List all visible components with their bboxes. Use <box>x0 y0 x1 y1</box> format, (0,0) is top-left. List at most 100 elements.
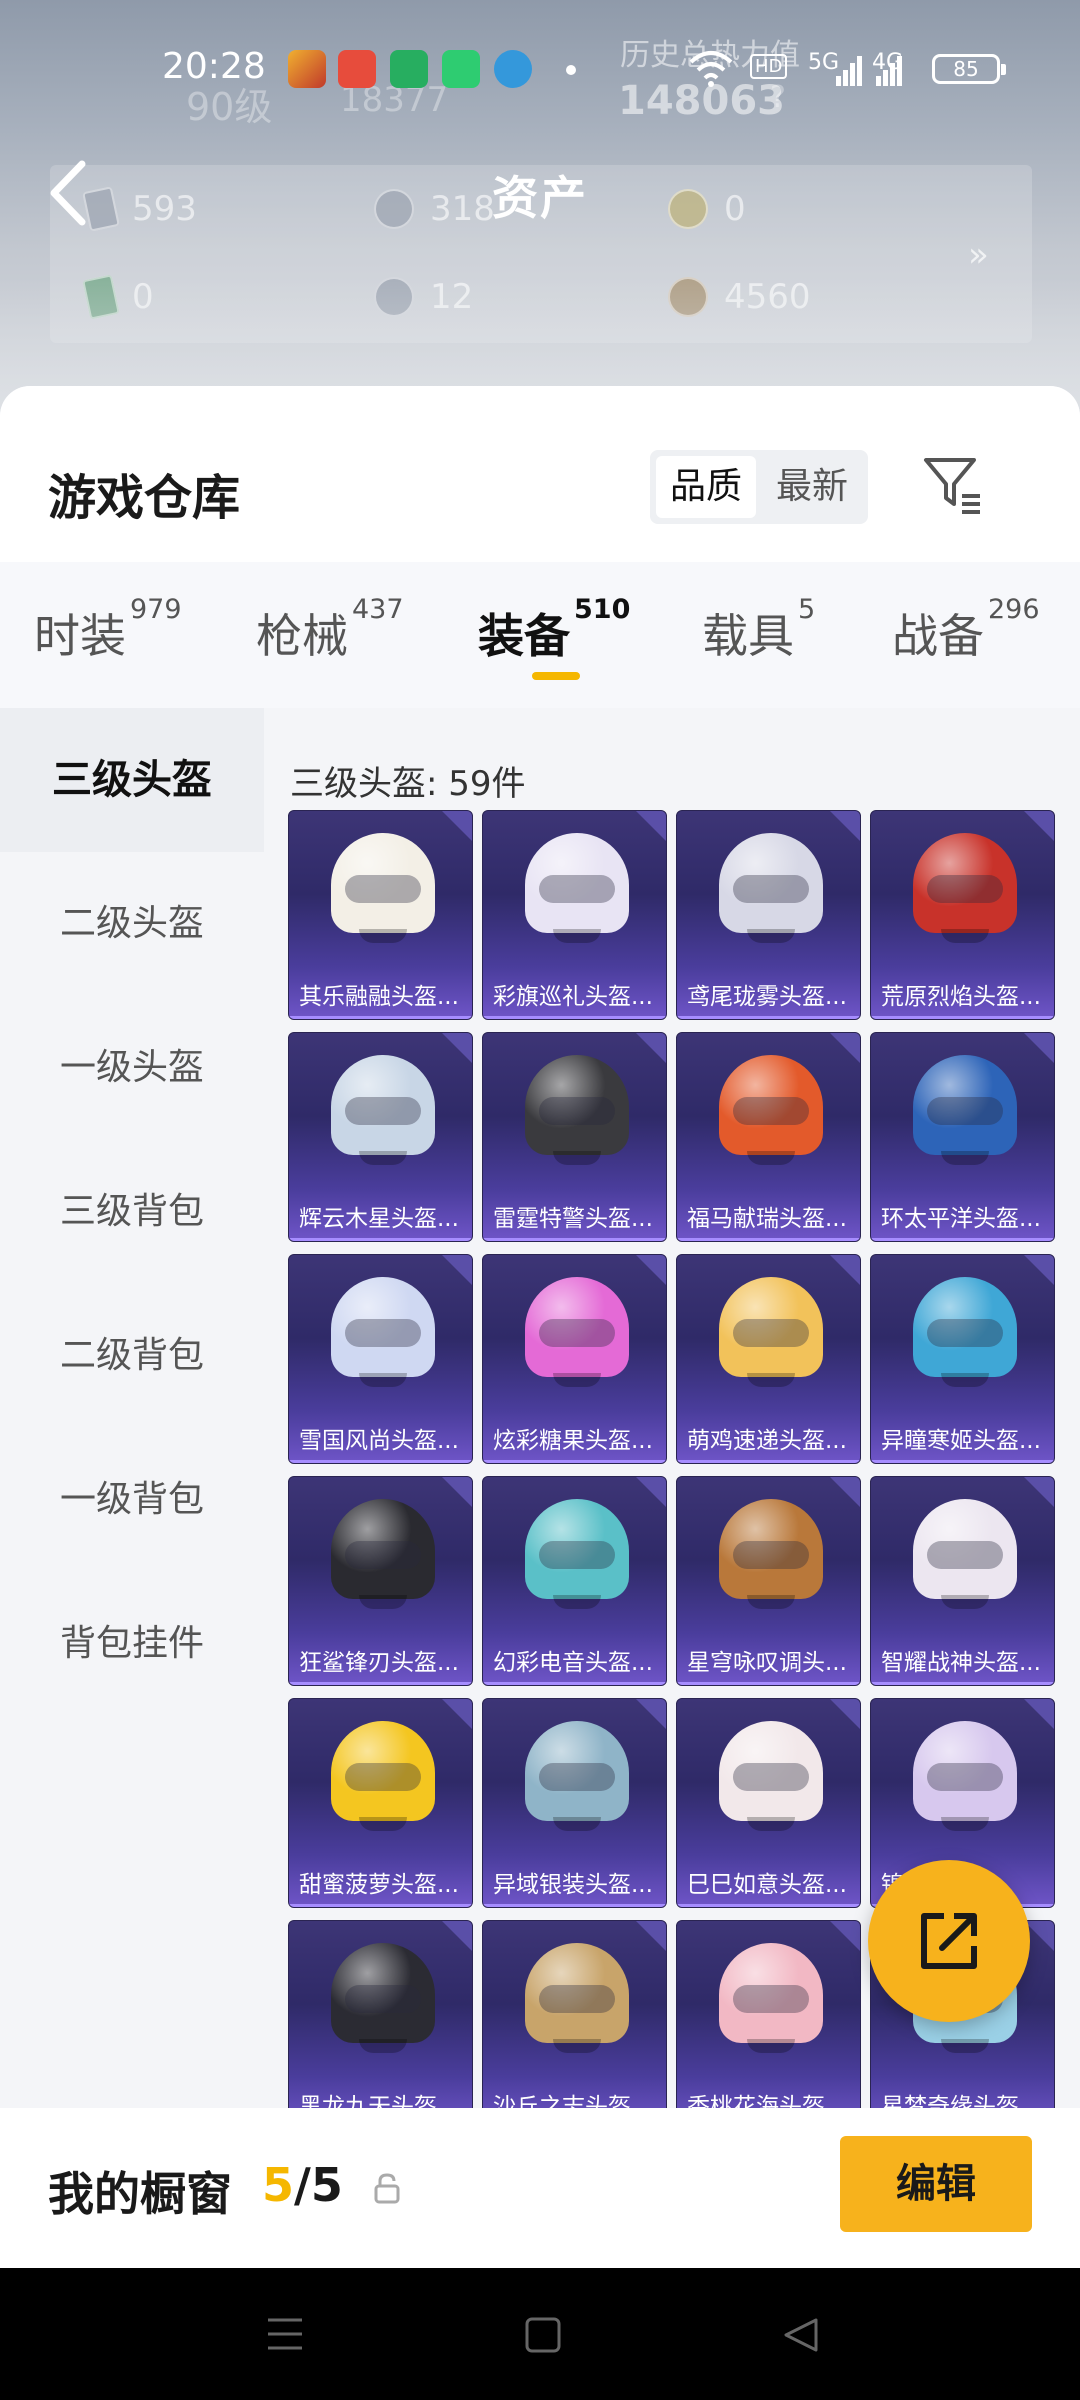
item-card[interactable]: 巳巳如意头盔... <box>676 1698 861 1908</box>
helmet-visor <box>539 1763 615 1791</box>
showcase-label: 我的橱窗 <box>48 2167 232 2221</box>
item-card[interactable]: 黑龙九天头盔... <box>288 1920 473 2130</box>
system-navigation-bar <box>0 2268 1080 2400</box>
item-name: 萌鸡速递头盔... <box>687 1428 847 1454</box>
tab-fashion[interactable]: 时装 979 <box>34 594 182 666</box>
helmet-visor <box>733 1763 809 1791</box>
menu-icon[interactable] <box>266 2316 304 2352</box>
sort-option-quality[interactable]: 品质 <box>656 456 756 518</box>
helmet-image <box>719 833 823 943</box>
helmet-visor <box>927 875 1003 903</box>
battery-indicator: 85 <box>932 54 1006 84</box>
hd-badge: HD <box>750 54 788 79</box>
showcase-separator: / <box>294 2158 311 2212</box>
share-fab-button[interactable] <box>868 1860 1030 2022</box>
helmet-strap <box>553 1373 601 1387</box>
helmet-image <box>331 1499 435 1609</box>
helmet-visor <box>927 1097 1003 1125</box>
item-card[interactable]: 炫彩糖果头盔... <box>482 1254 667 1464</box>
item-card[interactable]: 星穹咏叹调头... <box>676 1476 861 1686</box>
category-tabs: 时装 979 枪械 437 装备 510 载具 5 战备 296 <box>0 562 1080 708</box>
helmet-strap <box>747 2039 795 2053</box>
subcategory-sidebar: 三级头盔 二级头盔 一级头盔 三级背包 二级背包 一级背包 背包挂件 <box>0 708 264 2268</box>
back-icon[interactable] <box>782 2316 820 2354</box>
tab-count: 5 <box>798 594 816 625</box>
network-5g-label: 5G <box>808 50 840 75</box>
helmet-image <box>913 1277 1017 1387</box>
home-icon[interactable] <box>524 2316 562 2354</box>
asset-value: 4560 <box>724 277 811 317</box>
helmet-strap <box>553 929 601 943</box>
item-card[interactable]: 福马献瑞头盔... <box>676 1032 861 1242</box>
helmet-image <box>719 1721 823 1831</box>
item-card[interactable]: 环太平洋头盔... <box>870 1032 1055 1242</box>
status-time: 20:28 <box>162 46 266 87</box>
tab-label: 时装 <box>34 609 126 663</box>
item-list-panel: 三级头盔: 59件 其乐融融头盔... 彩旗巡礼头盔... 鸢尾珑雾头盔... 荒原烈… <box>264 708 1080 2268</box>
sidebar-item-backpack-3[interactable]: 三级背包 <box>0 1140 264 1284</box>
sidebar-item-backpack-2[interactable]: 二级背包 <box>0 1284 264 1428</box>
helmet-visor <box>345 1097 421 1125</box>
item-card[interactable]: 雪国风尚头盔... <box>288 1254 473 1464</box>
helmet-image <box>719 1499 823 1609</box>
item-card[interactable]: 彩旗巡礼头盔... <box>482 810 667 1020</box>
helmet-strap <box>941 2039 989 2053</box>
tab-guns[interactable]: 枪械 437 <box>256 594 404 666</box>
signal-icon <box>836 56 862 86</box>
item-card[interactable]: 狂鲨锋刃头盔... <box>288 1476 473 1686</box>
helmet-visor <box>345 1763 421 1791</box>
tab-vehicles[interactable]: 载具 5 <box>702 594 815 666</box>
sidebar-item-backpack-charm[interactable]: 背包挂件 <box>0 1572 264 1716</box>
helmet-image <box>525 1943 629 2053</box>
item-card[interactable]: 智耀战神头盔... <box>870 1476 1055 1686</box>
tab-gear[interactable]: 战备 296 <box>892 594 1040 666</box>
sidebar-item-backpack-1[interactable]: 一级背包 <box>0 1428 264 1572</box>
helmet-strap <box>359 1151 407 1165</box>
item-name: 鸢尾珑雾头盔... <box>687 984 847 1010</box>
helmet-image <box>913 1499 1017 1609</box>
item-name: 智耀战神头盔... <box>881 1650 1041 1676</box>
helmet-image <box>525 1499 629 1609</box>
item-card[interactable]: 辉云木星头盔... <box>288 1032 473 1242</box>
sidebar-item-helmet-2[interactable]: 二级头盔 <box>0 852 264 996</box>
tab-equipment[interactable]: 装备 510 <box>478 594 630 666</box>
helmet-image <box>719 1943 823 2053</box>
qq-app-icon <box>494 50 532 88</box>
sort-option-newest[interactable]: 最新 <box>762 456 862 518</box>
lock-icon <box>374 2173 400 2204</box>
item-card[interactable]: 幻彩电音头盔... <box>482 1476 667 1686</box>
helmet-strap <box>747 1151 795 1165</box>
helmet-visor <box>733 1985 809 2013</box>
message-app-icon <box>442 50 480 88</box>
sidebar-item-helmet-3[interactable]: 三级头盔 <box>0 708 264 852</box>
item-card[interactable]: 沙丘之志头盔... <box>482 1920 667 2130</box>
helmet-strap <box>553 1595 601 1609</box>
item-card[interactable]: 萌鸡速递头盔... <box>676 1254 861 1464</box>
sheet-header: 游戏仓库 品质 最新 <box>0 386 1080 562</box>
item-card[interactable]: 鸢尾珑雾头盔... <box>676 810 861 1020</box>
tab-label: 载具 <box>702 609 794 663</box>
item-card[interactable]: 异瞳寒姬头盔... <box>870 1254 1055 1464</box>
item-card[interactable]: 雷霆特警头盔... <box>482 1032 667 1242</box>
edit-showcase-button[interactable]: 编辑 <box>840 2136 1032 2232</box>
active-tab-indicator <box>532 672 580 680</box>
helmet-image <box>525 833 629 943</box>
crossfire-app-icon <box>338 50 376 88</box>
item-name: 其乐融融头盔... <box>299 984 459 1010</box>
item-card[interactable]: 异域银装头盔... <box>482 1698 667 1908</box>
tab-label: 战备 <box>892 609 984 663</box>
helmet-visor <box>539 1319 615 1347</box>
item-name: 巳巳如意头盔... <box>687 1872 847 1898</box>
helmet-strap <box>941 1817 989 1831</box>
item-card[interactable]: 香桃花海头盔... <box>676 1920 861 2130</box>
item-card[interactable]: 其乐融融头盔... <box>288 810 473 1020</box>
sheet-title: 游戏仓库 <box>48 470 241 526</box>
helmet-visor <box>539 1985 615 2013</box>
assets-more-icon[interactable]: » <box>968 235 989 275</box>
sidebar-item-helmet-1[interactable]: 一级头盔 <box>0 996 264 1140</box>
filter-icon[interactable] <box>920 452 984 516</box>
asset-item: 4560 <box>668 277 811 317</box>
item-card[interactable]: 甜蜜菠萝头盔... <box>288 1698 473 1908</box>
item-card[interactable]: 荒原烈焰头盔... <box>870 810 1055 1020</box>
helmet-strap <box>747 929 795 943</box>
